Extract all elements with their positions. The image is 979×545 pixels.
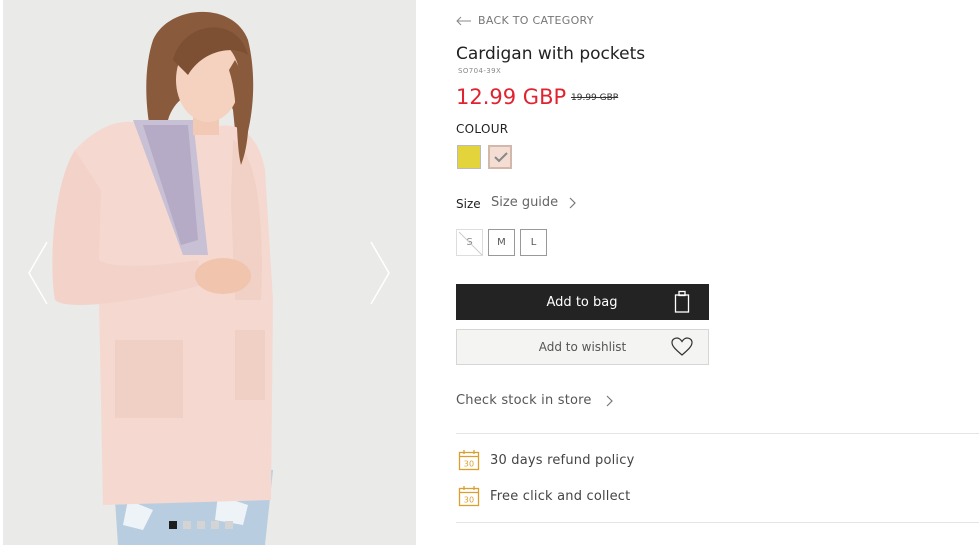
check-stock-link[interactable]: Check stock in store [456,393,614,408]
size-guide-label: Size guide [491,195,559,210]
gallery-pagination [169,521,233,529]
heart-icon [671,337,693,356]
colour-swatch-pink[interactable] [488,145,512,169]
chevron-right-icon [569,197,577,208]
colour-swatch-yellow[interactable] [457,145,481,169]
product-title: Cardigan with pockets [456,44,646,64]
product-gallery [3,0,416,545]
benefit-refund-policy: 30 30 days refund policy [458,449,634,471]
check-stock-label: Check stock in store [456,393,592,408]
divider [456,522,979,523]
chevron-right-icon [606,395,613,406]
benefit-label: 30 days refund policy [490,452,635,468]
add-to-bag-label: Add to bag [546,294,618,310]
size-option-label: M [497,237,506,248]
size-guide-link[interactable]: Size guide [491,195,577,210]
arrow-left-icon [456,16,471,25]
divider [456,433,979,434]
size-option-s[interactable]: S [456,229,483,256]
gallery-dot[interactable] [183,521,191,529]
size-option-label: L [530,237,537,248]
gallery-dot[interactable] [211,521,219,529]
calendar-30-icon: 30 [458,450,480,471]
colour-label: COLOUR [456,122,509,136]
gallery-dot[interactable] [169,521,177,529]
shopping-bag-icon [674,290,690,313]
benefit-click-collect: 30 Free click and collect [458,485,630,507]
next-image-icon[interactable] [367,238,393,308]
calendar-30-icon: 30 [458,486,480,507]
product-sku: SO704-39X [458,67,502,75]
unavailable-strike-icon [458,231,483,256]
add-to-wishlist-button[interactable]: Add to wishlist [456,329,709,365]
checkmark-icon [494,152,508,163]
size-option-l[interactable]: L [520,229,547,256]
product-old-price: 19.99 GBP [571,93,619,103]
back-to-category-link[interactable]: BACK TO CATEGORY [456,14,594,27]
product-price: 12.99 GBP [456,85,567,109]
gallery-dot[interactable] [197,521,205,529]
size-label: Size [456,197,481,211]
previous-image-icon[interactable] [25,238,51,308]
add-to-bag-button[interactable]: Add to bag [456,284,709,320]
size-option-m[interactable]: M [488,229,515,256]
benefit-label: Free click and collect [490,488,631,504]
svg-text:30: 30 [464,496,475,505]
svg-text:30: 30 [464,460,475,469]
gallery-dot[interactable] [225,521,233,529]
product-photo [3,0,416,545]
back-label: BACK TO CATEGORY [478,14,594,27]
